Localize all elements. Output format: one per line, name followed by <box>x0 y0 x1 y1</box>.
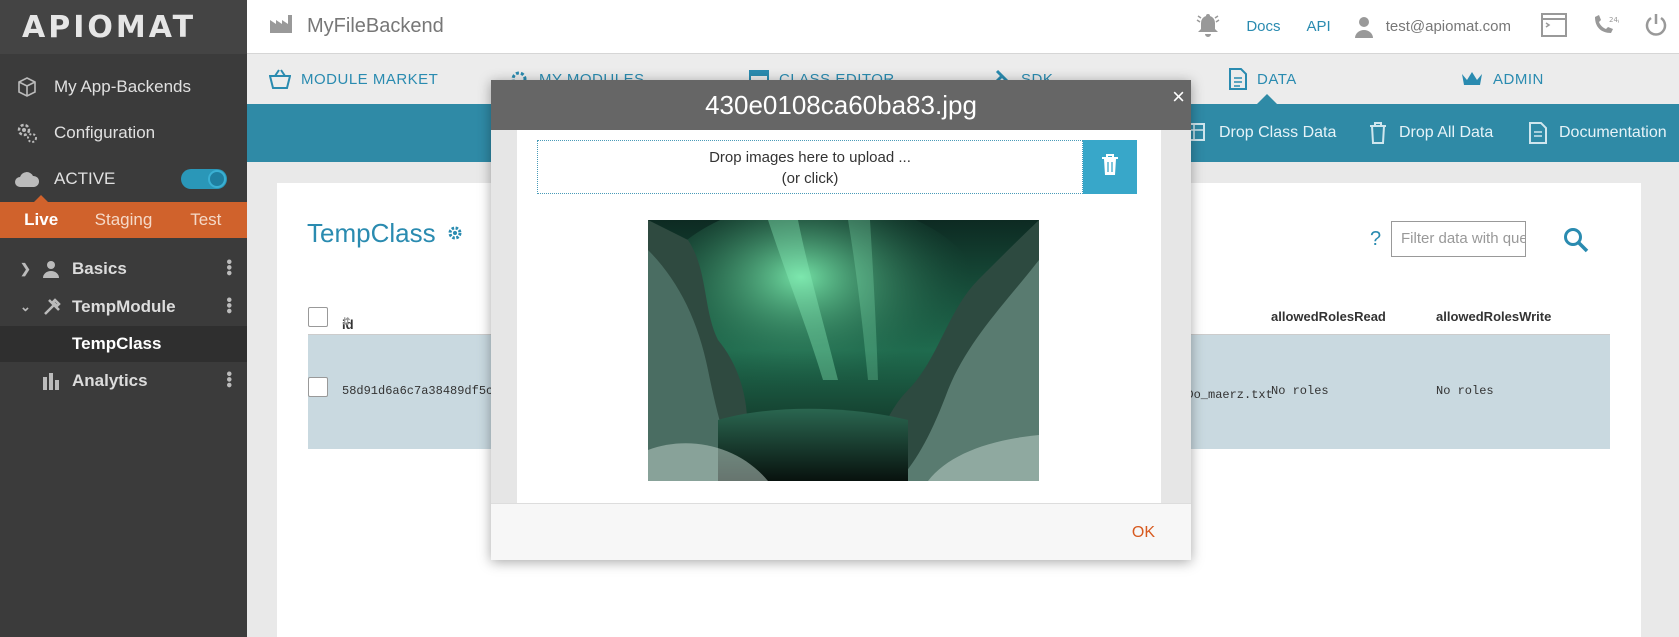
delete-image-button[interactable] <box>1083 140 1137 194</box>
modal-overlay: 430e0108ca60ba83.jpg × Drop images here … <box>0 0 1679 637</box>
dialog-body: Drop images here to upload ... (or click… <box>517 130 1161 503</box>
image-drop-zone[interactable]: Drop images here to upload ... (or click… <box>537 140 1083 194</box>
close-icon[interactable]: × <box>1172 84 1185 110</box>
drop-zone-text: Drop images here to upload ... <box>709 149 911 166</box>
aurora-landscape-image <box>648 220 1039 481</box>
dialog-title: 430e0108ca60ba83.jpg <box>705 89 977 120</box>
dialog-footer: OK <box>491 503 1191 560</box>
ok-button[interactable]: OK <box>1132 524 1155 542</box>
image-upload-dialog: 430e0108ca60ba83.jpg × Drop images here … <box>491 80 1191 560</box>
dialog-header: 430e0108ca60ba83.jpg × <box>491 80 1191 130</box>
trash-icon <box>1101 153 1119 181</box>
image-preview <box>648 220 1039 481</box>
drop-zone-subtext: (or click) <box>781 170 839 187</box>
